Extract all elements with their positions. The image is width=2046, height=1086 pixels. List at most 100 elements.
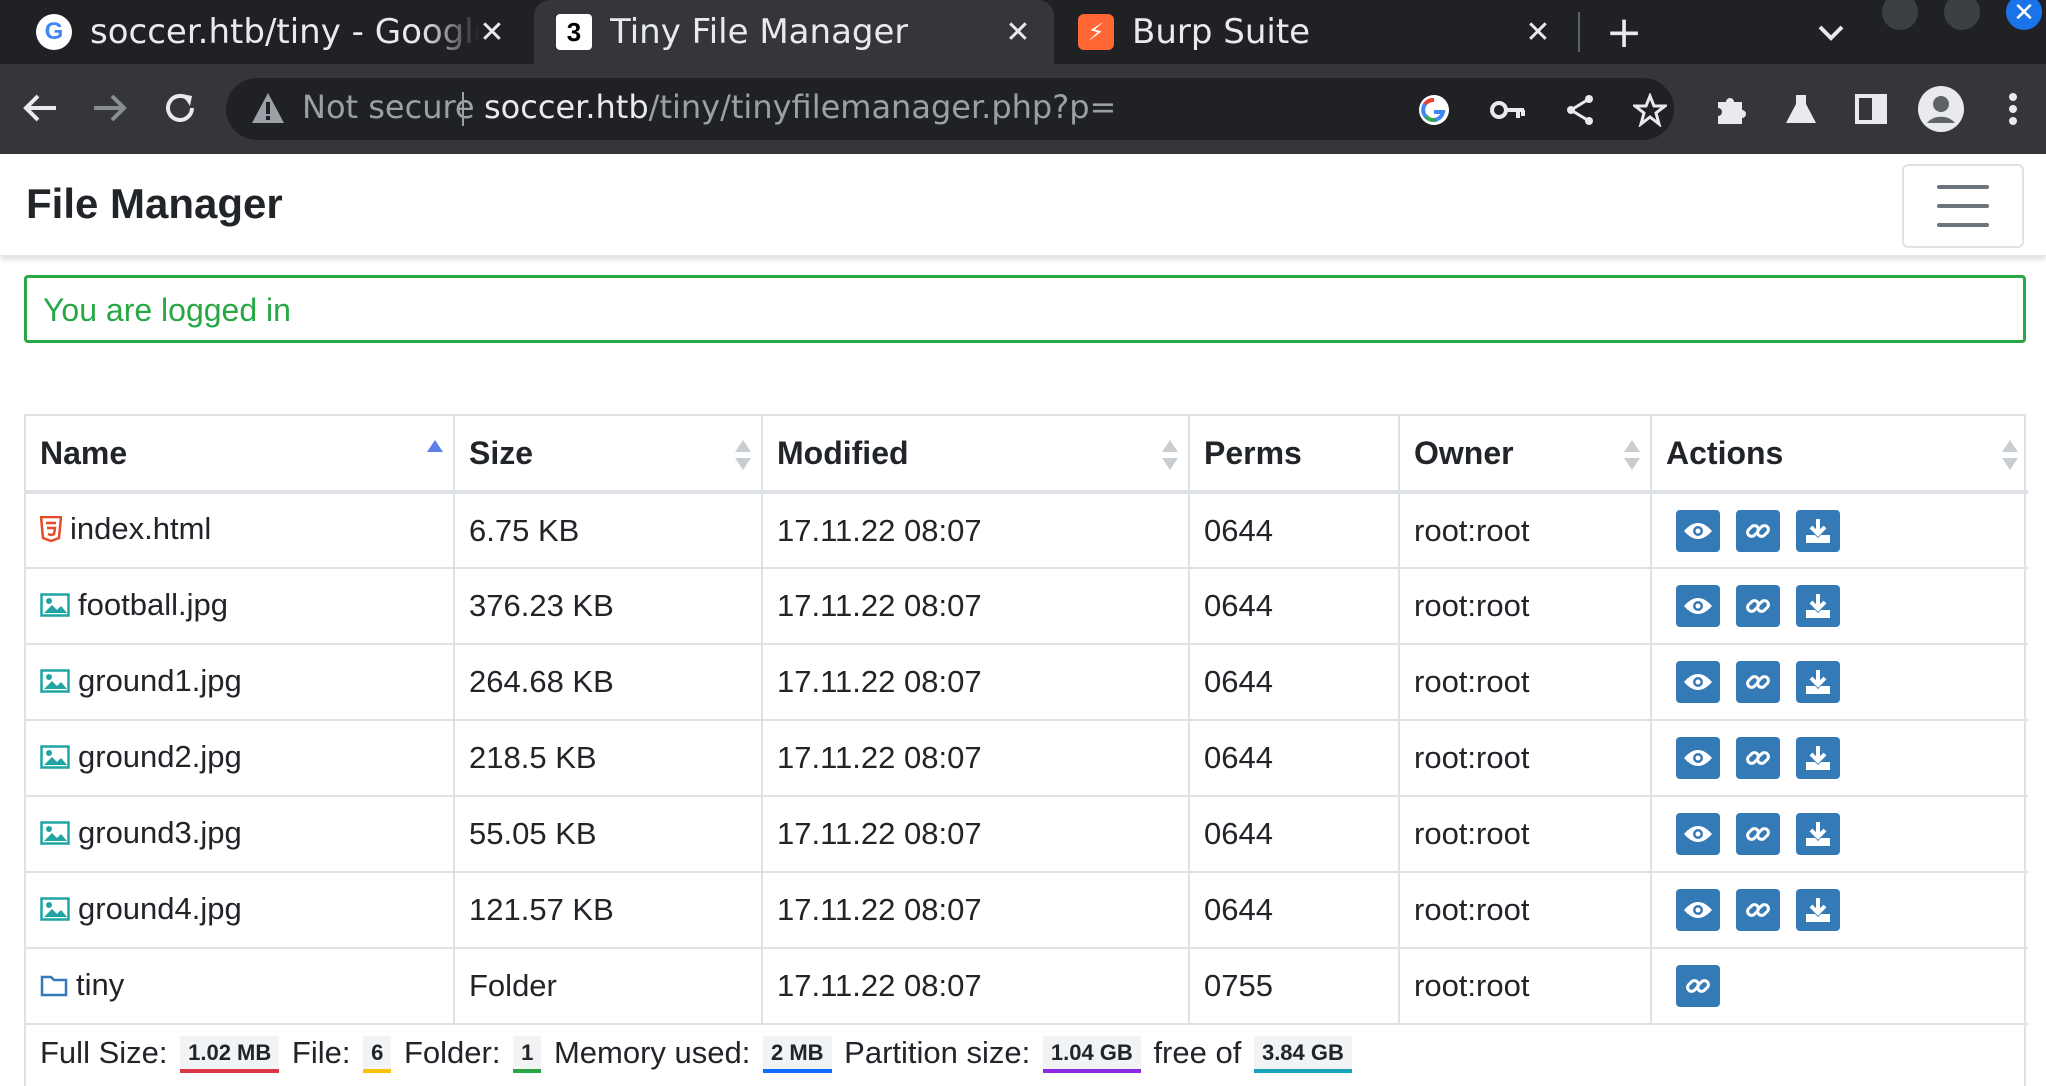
- maximize-button[interactable]: [1944, 0, 1980, 30]
- tab-google-search[interactable]: G soccer.htb/tiny - Google S ✕: [16, 0, 528, 64]
- browser-tab-strip: G soccer.htb/tiny - Google S ✕ 3 Tiny Fi…: [0, 0, 2046, 64]
- cell-perms[interactable]: 0644: [1188, 720, 1399, 797]
- download-button[interactable]: [1796, 509, 1840, 552]
- navbar-toggle-button[interactable]: [1902, 164, 2024, 248]
- cell-perms[interactable]: 0644: [1188, 796, 1399, 873]
- table-row[interactable]: ground3.jpg 55.05 KB 17.11.22 08:07 0644…: [26, 796, 2028, 873]
- direct-link-button[interactable]: [1736, 585, 1780, 627]
- tab-title: Tiny File Manager: [610, 12, 909, 52]
- url-path: /tiny/tinyfilemanager.php?p=: [648, 88, 1117, 126]
- google-lens-icon[interactable]: [1414, 90, 1454, 130]
- file-name-link[interactable]: tiny: [76, 967, 124, 1003]
- extensions-puzzle-icon[interactable]: [1706, 84, 1756, 134]
- page-title[interactable]: File Manager: [26, 180, 283, 228]
- table-row[interactable]: index.html 6.75 KB 17.11.22 08:07 0644 r…: [26, 492, 2028, 569]
- direct-link-button[interactable]: [1736, 661, 1780, 703]
- browser-menu-icon[interactable]: [1988, 84, 2038, 134]
- reload-icon[interactable]: [154, 82, 206, 134]
- eye-icon: [1683, 748, 1713, 768]
- cell-modified: 17.11.22 08:07: [761, 492, 1189, 569]
- direct-link-button[interactable]: [1736, 889, 1780, 931]
- download-button[interactable]: [1796, 585, 1840, 627]
- column-header-modified[interactable]: Modified: [761, 416, 1189, 494]
- close-tab-icon[interactable]: ✕: [474, 14, 510, 50]
- direct-link-button[interactable]: [1736, 813, 1780, 855]
- file-name-link[interactable]: ground4.jpg: [78, 891, 242, 927]
- download-icon: [1804, 896, 1832, 924]
- table-row[interactable]: football.jpg 376.23 KB 17.11.22 08:07 06…: [26, 568, 2028, 645]
- cell-owner: root:root: [1398, 644, 1651, 721]
- file-name-link[interactable]: ground3.jpg: [78, 815, 242, 851]
- column-header-size[interactable]: Size: [453, 416, 762, 494]
- preview-button[interactable]: [1676, 737, 1720, 779]
- table-row[interactable]: ground4.jpg 121.57 KB 17.11.22 08:07 064…: [26, 872, 2028, 949]
- download-button[interactable]: [1796, 661, 1840, 703]
- link-icon: [1744, 896, 1772, 924]
- file-name-link[interactable]: ground1.jpg: [78, 663, 242, 699]
- download-button[interactable]: [1796, 889, 1840, 931]
- close-tab-icon[interactable]: ✕: [1000, 14, 1036, 50]
- address-bar[interactable]: Not secure soccer.htb/tiny/tinyfilemanag…: [226, 78, 1674, 140]
- table-row[interactable]: ground1.jpg 264.68 KB 17.11.22 08:07 064…: [26, 644, 2028, 721]
- new-tab-button[interactable]: +: [1598, 6, 1650, 58]
- download-button[interactable]: [1796, 737, 1840, 779]
- sort-ascending-icon: [427, 436, 443, 472]
- sort-icon: [1162, 436, 1178, 472]
- download-button[interactable]: [1796, 813, 1840, 855]
- file-name-link[interactable]: football.jpg: [78, 587, 228, 623]
- key-icon[interactable]: [1488, 90, 1528, 130]
- preview-button[interactable]: [1676, 889, 1720, 931]
- file-name-link[interactable]: index.html: [70, 511, 211, 547]
- preview-button[interactable]: [1676, 509, 1720, 552]
- direct-link-button[interactable]: [1676, 965, 1720, 1007]
- cell-perms[interactable]: 0644: [1188, 872, 1399, 949]
- window-close-button[interactable]: ✕: [2006, 0, 2042, 30]
- direct-link-button[interactable]: [1736, 509, 1780, 552]
- preview-button[interactable]: [1676, 661, 1720, 703]
- labs-flask-icon[interactable]: [1776, 84, 1826, 134]
- file-count-badge: 6: [363, 1036, 392, 1074]
- cell-owner: root:root: [1398, 568, 1651, 645]
- forward-arrow-icon[interactable]: [84, 82, 136, 134]
- share-icon[interactable]: [1560, 90, 1600, 130]
- link-icon: [1744, 517, 1772, 545]
- file-name-link[interactable]: ground2.jpg: [78, 739, 242, 775]
- tab-search-chevron-icon[interactable]: [1808, 10, 1854, 56]
- column-header-owner[interactable]: Owner: [1398, 416, 1651, 494]
- profile-avatar-icon[interactable]: [1916, 84, 1966, 134]
- column-header-actions[interactable]: Actions: [1650, 416, 2028, 494]
- close-tab-icon[interactable]: ✕: [1520, 14, 1556, 50]
- back-arrow-icon[interactable]: [14, 82, 66, 134]
- table-header-row: Name Size Modified Perms Owner Actions: [26, 416, 2028, 494]
- bookmark-star-icon[interactable]: [1630, 90, 1670, 130]
- cell-perms[interactable]: 0644: [1188, 492, 1399, 569]
- url-text[interactable]: soccer.htb/tiny/tinyfilemanager.php?p=: [484, 88, 1116, 126]
- full-size-badge: 1.02 MB: [180, 1036, 280, 1074]
- cell-perms[interactable]: 0644: [1188, 644, 1399, 721]
- cell-owner: root:root: [1398, 492, 1651, 569]
- cell-name: ground1.jpg: [26, 644, 454, 721]
- preview-button[interactable]: [1676, 813, 1720, 855]
- cell-perms[interactable]: 0755: [1188, 948, 1399, 1025]
- link-icon: [1684, 972, 1712, 1000]
- warning-triangle-icon[interactable]: [250, 91, 286, 130]
- table-row[interactable]: tiny Folder 17.11.22 08:07 0755 root:roo…: [26, 948, 2028, 1025]
- minimize-button[interactable]: [1882, 0, 1918, 30]
- cell-name: football.jpg: [26, 568, 454, 645]
- cell-name: tiny: [26, 948, 454, 1025]
- tab-tiny-file-manager[interactable]: 3 Tiny File Manager ✕: [534, 0, 1054, 64]
- preview-button[interactable]: [1676, 585, 1720, 627]
- table-row[interactable]: ground2.jpg 218.5 KB 17.11.22 08:07 0644…: [26, 720, 2028, 797]
- sort-icon: [1624, 436, 1640, 472]
- security-label[interactable]: Not secure: [302, 88, 475, 126]
- cell-size: 6.75 KB: [453, 492, 762, 569]
- direct-link-button[interactable]: [1736, 737, 1780, 779]
- cell-owner: root:root: [1398, 948, 1651, 1025]
- column-header-name[interactable]: Name: [26, 416, 454, 494]
- cell-perms[interactable]: 0644: [1188, 568, 1399, 645]
- column-header-perms[interactable]: Perms: [1188, 416, 1399, 494]
- tab-burp-suite[interactable]: ⚡ Burp Suite ✕: [1056, 0, 1574, 64]
- google-icon: G: [36, 14, 72, 50]
- cell-name: ground2.jpg: [26, 720, 454, 797]
- side-panel-icon[interactable]: [1846, 84, 1896, 134]
